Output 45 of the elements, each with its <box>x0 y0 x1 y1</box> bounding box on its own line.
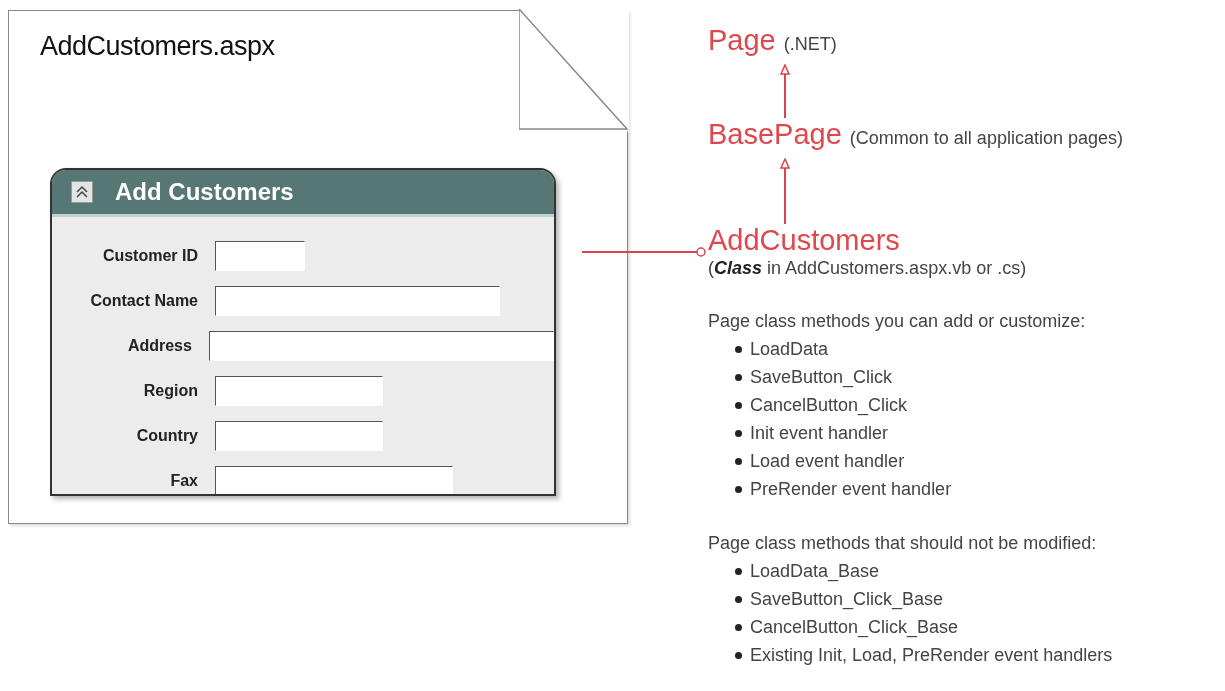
method-name: Load event handler <box>750 450 905 472</box>
inheritance-arrow <box>779 158 791 224</box>
bullet-icon <box>735 345 742 353</box>
field-label: Country <box>135 427 198 445</box>
input-field[interactable] <box>215 241 305 271</box>
collapse-icon[interactable] <box>71 181 93 203</box>
field-label: Customer ID <box>101 247 198 265</box>
bullet-icon <box>735 623 742 631</box>
bullet-icon <box>735 373 742 381</box>
field-label: Contact Name <box>89 292 198 310</box>
bullet-icon <box>735 651 742 659</box>
panel-title: Add Customers <box>115 178 294 206</box>
input-field[interactable] <box>215 376 383 406</box>
input-field[interactable] <box>215 466 453 494</box>
inheritance-arrow <box>779 64 791 118</box>
field-label: Region <box>142 382 198 400</box>
field-label: Address <box>126 337 192 355</box>
method-name: SaveButton_Click <box>750 366 893 388</box>
method-name: LoadData_Base <box>750 560 880 582</box>
class-note: (.NET) <box>783 34 837 55</box>
bullet-icon <box>735 485 742 493</box>
bullet-icon <box>735 595 742 603</box>
class-name: BasePage <box>708 118 842 151</box>
method-name: Existing Init, Load, PreRender event handlers <box>750 644 1113 666</box>
group-heading: Page class methods you can add or customize: <box>708 310 1086 333</box>
input-field[interactable] <box>208 331 554 361</box>
class-note: (Common to all application pages) <box>849 128 1123 149</box>
class-name: AddCustomers <box>708 224 900 257</box>
bullet-icon <box>735 567 742 575</box>
bullet-icon <box>735 401 742 409</box>
group-heading: Page class methods that should not be modified: <box>708 532 1098 555</box>
class-name: Page <box>708 24 776 57</box>
file-name: AddCustomers.aspx <box>40 31 275 62</box>
input-field[interactable] <box>215 286 500 316</box>
bullet-icon <box>735 457 742 465</box>
method-name: SaveButton_Click_Base <box>750 588 944 610</box>
method-name: CancelButton_Click <box>750 394 908 416</box>
method-name: LoadData <box>750 338 829 360</box>
bullet-icon <box>735 429 742 437</box>
input-field[interactable] <box>215 421 383 451</box>
method-name: CancelButton_Click_Base <box>750 616 959 638</box>
field-label: Fax <box>169 472 198 490</box>
class-note: (Class in AddCustomers.aspx.vb or .cs) <box>708 258 1027 279</box>
method-name: PreRender event handler <box>750 478 952 500</box>
method-name: Init event handler <box>750 422 889 444</box>
